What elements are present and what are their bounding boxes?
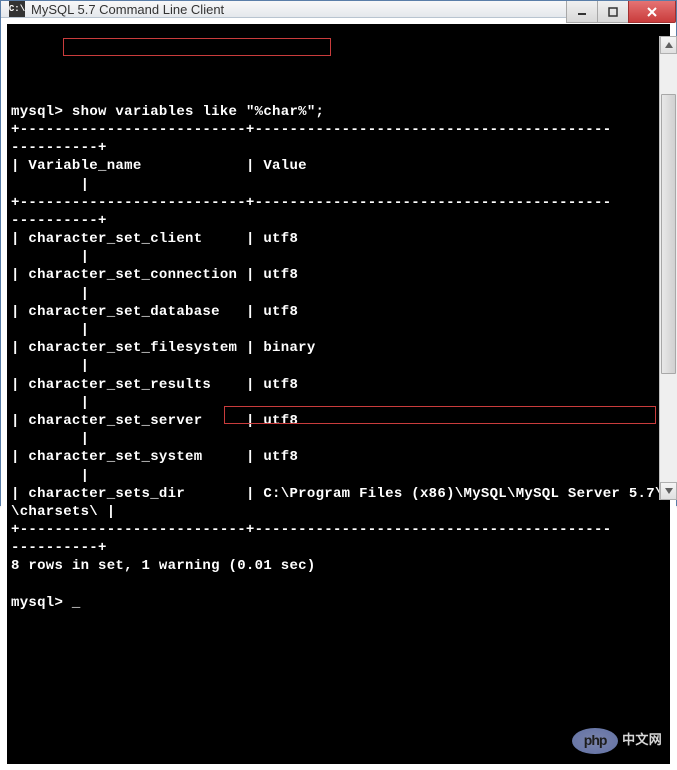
scrollbar-thumb[interactable] bbox=[661, 94, 676, 374]
blank-line bbox=[11, 86, 20, 102]
highlight-box-command bbox=[63, 38, 331, 56]
header-col2: | Value bbox=[246, 158, 307, 174]
close-button[interactable] bbox=[628, 1, 676, 23]
row-name: | character_set_connection bbox=[11, 267, 237, 283]
prompt: mysql> bbox=[11, 595, 63, 611]
terminal-output: mysql> show variables like "%char%"; +--… bbox=[11, 66, 668, 630]
row-value: | utf8 bbox=[246, 449, 298, 465]
app-window: C:\ MySQL 5.7 Command Line Client mysql>… bbox=[0, 0, 677, 506]
window-controls bbox=[567, 1, 676, 23]
row-name: | character_set_system bbox=[11, 449, 237, 465]
row-name: | character_sets_dir bbox=[11, 486, 237, 502]
window-body: mysql> show variables like "%char%"; +--… bbox=[1, 18, 676, 770]
table-sep: +--------------------------+------------… bbox=[11, 522, 611, 538]
vertical-scrollbar[interactable] bbox=[659, 36, 677, 500]
titlebar[interactable]: C:\ MySQL 5.7 Command Line Client bbox=[1, 1, 676, 18]
window-title: MySQL 5.7 Command Line Client bbox=[31, 2, 224, 17]
row-tail: | bbox=[11, 286, 89, 302]
table-sep: +--------------------------+------------… bbox=[11, 122, 611, 138]
header-tail: | bbox=[11, 177, 89, 193]
header-col1: | Variable_name bbox=[11, 158, 142, 174]
row-tail: | bbox=[11, 468, 89, 484]
row-value: | binary bbox=[246, 340, 316, 356]
footer-text: 8 rows in set, 1 warning (0.01 sec) bbox=[11, 558, 316, 574]
row-tail: \charsets\ | bbox=[11, 504, 115, 520]
table-sep-tail: ----------+ bbox=[11, 140, 107, 156]
watermark: php 中文网 bbox=[572, 728, 662, 754]
table-sep: +--------------------------+------------… bbox=[11, 195, 611, 211]
row-tail: | bbox=[11, 322, 89, 338]
row-name: | character_set_database bbox=[11, 304, 237, 320]
terminal[interactable]: mysql> show variables like "%char%"; +--… bbox=[7, 24, 670, 764]
table-sep-tail: ----------+ bbox=[11, 540, 107, 556]
row-value: | utf8 bbox=[246, 304, 298, 320]
row-tail: | bbox=[11, 358, 89, 374]
scroll-down-button[interactable] bbox=[660, 482, 677, 500]
row-value: | utf8 bbox=[246, 377, 298, 393]
table-sep-tail: ----------+ bbox=[11, 213, 107, 229]
row-value: | utf8 bbox=[246, 231, 298, 247]
row-value: | utf8 bbox=[246, 413, 298, 429]
prompt: mysql> bbox=[11, 104, 63, 120]
row-name: | character_set_results bbox=[11, 377, 237, 393]
scrollbar-track[interactable] bbox=[660, 54, 677, 482]
minimize-button[interactable] bbox=[566, 1, 598, 23]
row-name: | character_set_server bbox=[11, 413, 237, 429]
maximize-button[interactable] bbox=[597, 1, 629, 23]
row-name: | character_set_client bbox=[11, 231, 237, 247]
cursor: _ bbox=[72, 595, 81, 611]
row-value: | C:\Program Files (x86)\MySQL\MySQL Ser… bbox=[246, 486, 670, 502]
watermark-text: 中文网 bbox=[622, 732, 662, 749]
row-tail: | bbox=[11, 395, 89, 411]
command-text: show variables like "%char%"; bbox=[72, 104, 324, 120]
php-logo-icon: php bbox=[572, 728, 618, 754]
row-tail: | bbox=[11, 431, 89, 447]
scroll-up-button[interactable] bbox=[660, 36, 677, 54]
app-icon: C:\ bbox=[9, 1, 25, 17]
row-name: | character_set_filesystem bbox=[11, 340, 237, 356]
row-value: | utf8 bbox=[246, 267, 298, 283]
row-tail: | bbox=[11, 249, 89, 265]
